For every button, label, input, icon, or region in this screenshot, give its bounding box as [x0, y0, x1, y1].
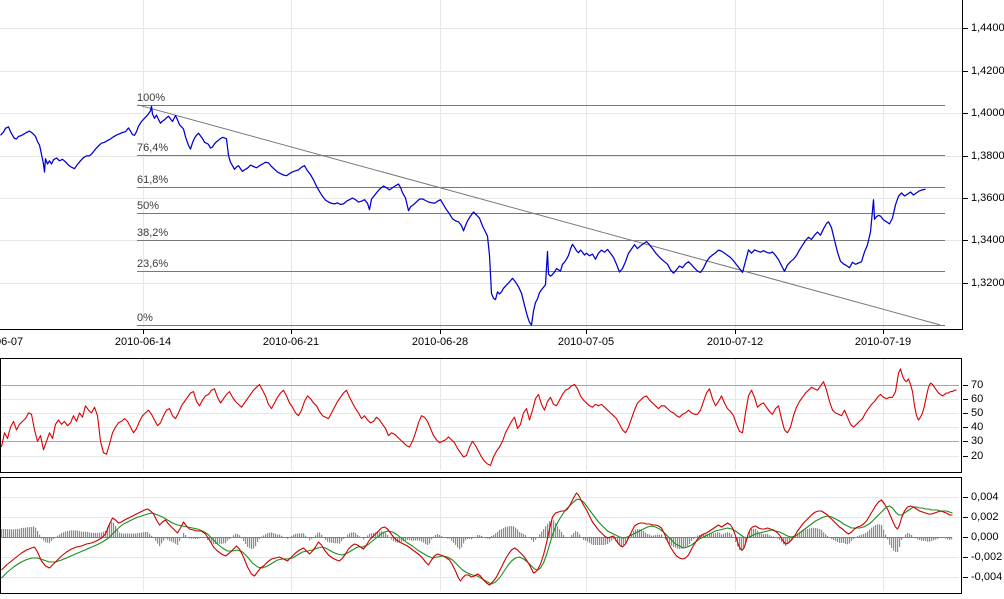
trading-chart-window: 2010-06-07 2010-06-14 2010-06-21 2010-06-28…: [0, 0, 1004, 599]
price-axis-label-tick: [963, 113, 968, 114]
price-axis-label-tick: [963, 71, 968, 72]
rsi-indicator-panel[interactable]: [0, 358, 962, 473]
date-label: 2010-06-28: [411, 336, 469, 348]
rsi-chart-canvas: [1, 359, 959, 470]
macd-axis-label: 0,004: [971, 491, 999, 503]
date-axis: 2010-06-07 2010-06-14 2010-06-21 2010-06-28…: [0, 330, 962, 357]
date-label: 2010-06-21: [262, 336, 320, 348]
macd-axis-label-tick: [963, 577, 968, 578]
macd-main-line: [1, 492, 953, 586]
rsi-axis-label-tick: [963, 385, 968, 386]
date-label: 2010-07-12: [706, 336, 764, 348]
macd-axis-label-tick: [963, 497, 968, 498]
price-axis-label: 1,4000: [971, 107, 1004, 119]
date-tick-mark: [143, 330, 144, 334]
fib-level-label: 61,8%: [137, 173, 169, 186]
price-axis-label: 1,3800: [971, 150, 1004, 162]
price-axis-label: 1,3200: [971, 277, 1004, 289]
date-tick-mark: [291, 330, 292, 334]
price-axis-label: 1,3400: [971, 234, 1004, 246]
date-label: 2010-06-07: [0, 336, 24, 348]
date-tick-mark: [586, 330, 587, 334]
price-axis-label-tick: [963, 283, 968, 284]
fib-level-label: 0%: [137, 311, 153, 324]
macd-indicator-panel[interactable]: [0, 477, 962, 594]
date-tick-mark: [440, 330, 441, 334]
date-label: 2010-06-14: [114, 336, 172, 348]
date-label: 2010-07-05: [557, 336, 615, 348]
price-axis-label-tick: [963, 240, 968, 241]
rsi-axis-label-tick: [963, 399, 968, 400]
rsi-axis-label: 30: [971, 435, 984, 447]
price-axis-label-tick: [963, 198, 968, 199]
macd-axis-label: -0,002: [971, 551, 1003, 563]
macd-axis-label-tick: [963, 557, 968, 558]
macd-axis-label-tick: [963, 517, 968, 518]
rsi-axis-label-tick: [963, 427, 968, 428]
price-axis-label-tick: [963, 28, 968, 29]
price-axis-label: 1,4200: [971, 65, 1004, 77]
fib-level-label: 76,4%: [137, 142, 169, 155]
price-axis-label: 1,3600: [971, 192, 1004, 204]
price-axis-label-tick: [963, 156, 968, 157]
rsi-axis-label-tick: [963, 456, 968, 457]
macd-signal-line: [1, 498, 953, 585]
macd-axis-label: 0,000: [971, 531, 999, 543]
fib-level-label: 100%: [137, 91, 166, 104]
price-chart-panel[interactable]: [0, 0, 963, 330]
macd-axis-label: -0,004: [971, 571, 1003, 583]
date-label: 2010-07-19: [854, 336, 912, 348]
macd-axis-label: 0,002: [971, 511, 999, 523]
descending-trendline[interactable]: [137, 104, 941, 326]
rsi-axis-label: 20: [971, 450, 984, 462]
rsi-series-line: [1, 368, 957, 466]
fib-level-label: 23,6%: [137, 257, 169, 270]
rsi-axis-label: 40: [971, 421, 984, 433]
rsi-axis-label-tick: [963, 441, 968, 442]
fib-level-label: 38,2%: [137, 227, 169, 240]
fib-level-label: 50%: [137, 200, 160, 213]
rsi-axis-label: 50: [971, 407, 984, 419]
date-tick-mark: [883, 330, 884, 334]
rsi-axis-label: 60: [971, 393, 984, 405]
price-series-line: [0, 105, 926, 326]
date-tick-mark: [735, 330, 736, 334]
rsi-axis-label: 70: [971, 379, 984, 391]
price-chart-canvas: [0, 0, 962, 329]
rsi-axis-label-tick: [963, 413, 968, 414]
macd-chart-canvas: [1, 478, 959, 591]
price-axis-label: 1,4400: [971, 22, 1004, 34]
macd-axis-label-tick: [963, 537, 968, 538]
